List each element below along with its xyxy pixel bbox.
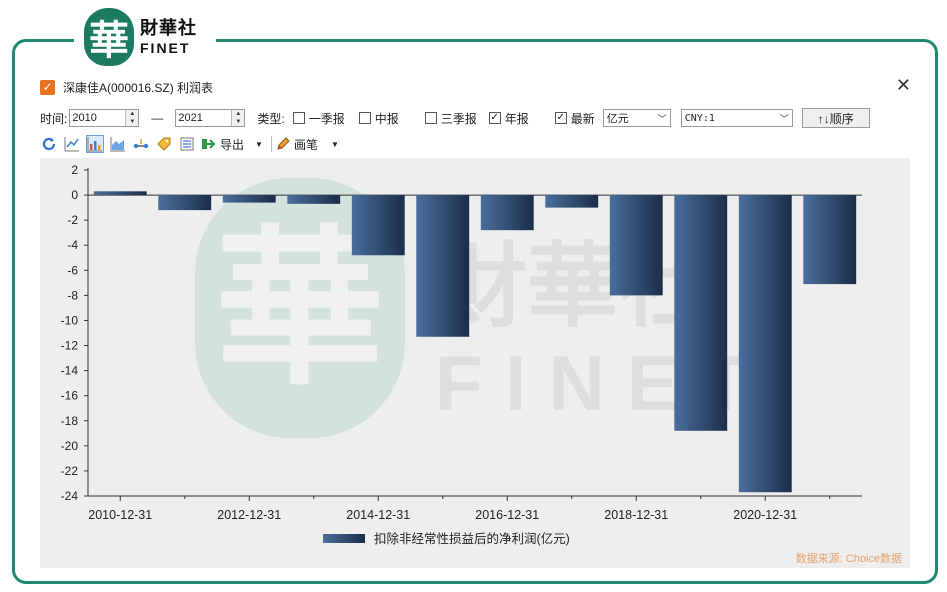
stepper-arrows-icon[interactable]: ▲ ▼ (231, 110, 245, 126)
range-dash: — (151, 111, 164, 125)
y-tick-label: -16 (61, 389, 79, 403)
y-tick-label: -24 (61, 489, 79, 503)
checkbox-mid[interactable]: 中报 (358, 110, 399, 127)
checkbox-mid-label: 中报 (374, 111, 399, 126)
checkbox-box[interactable] (358, 112, 371, 124)
toolbar-divider (270, 136, 272, 152)
bar-chart: 2 0 -2 -4 -6 -8 -10 -12 -14 -16 -18 -20 -22 -24 2010-… (61, 163, 862, 546)
checkbox-q3-label: 三季报 (440, 111, 477, 126)
unit-select[interactable]: 亿元 ﹀ (602, 109, 671, 127)
y-tick-label: -10 (61, 313, 79, 327)
data-source-note: 数据来源: Choice数据 (795, 553, 902, 565)
y-tick-label: -4 (67, 238, 78, 252)
x-tick-label: 2012-12-31 (217, 508, 281, 522)
y-tick-label: -8 (67, 288, 78, 302)
export-dropdown-icon[interactable]: ▼ (255, 140, 263, 149)
y-tick-label: 0 (71, 188, 78, 202)
bar (609, 195, 663, 296)
draw-label: 画笔 (293, 137, 318, 152)
unit-select-value: 亿元 (606, 113, 629, 125)
export-label: 导出 (220, 137, 245, 152)
tag-icon[interactable] (155, 135, 173, 153)
connector-icon[interactable] (132, 135, 150, 153)
bar (416, 195, 470, 337)
brand-name-cn: 財華社 (140, 17, 197, 39)
refresh-icon[interactable] (40, 135, 58, 153)
app-check-icon: ✓ (40, 79, 55, 95)
end-year-stepper[interactable]: 2021 ▲ ▼ (175, 109, 246, 127)
checkbox-box[interactable] (292, 112, 305, 124)
checkbox-annual-label: 年报 (504, 111, 529, 126)
bar (480, 195, 534, 231)
bar-series (93, 191, 857, 493)
brand-name-en: FINET (140, 39, 191, 56)
checkbox-box[interactable] (424, 112, 437, 124)
type-label: 类型: (257, 111, 285, 126)
start-year-stepper[interactable]: 2010 ▲ ▼ (69, 109, 140, 127)
bar (351, 195, 405, 256)
chart-toolbar: 导出 ▼ 画笔 ▼ (40, 133, 915, 155)
y-tick-label: -2 (67, 213, 78, 227)
y-tick-label: 2 (71, 163, 78, 177)
time-label: 时间: (40, 111, 68, 126)
chart-area: 華 財華社 FINET 2 0 -2 -4 -6 -8 -10 -12 -14 -16 -18 -20… (40, 158, 910, 568)
stepper-arrows-icon[interactable]: ▲ ▼ (125, 110, 139, 126)
draw-button[interactable]: 画笔 (275, 135, 318, 153)
close-icon[interactable]: ✕ (896, 76, 911, 96)
x-tick-label: 2010-12-31 (88, 508, 152, 522)
window-title: 深康佳A(000016.SZ) 利润表 (63, 80, 214, 95)
brand-logo: 華 財華社 FINET (74, 6, 216, 68)
chevron-down-icon: ﹀ (657, 114, 667, 124)
checkbox-q3[interactable]: 三季报 (424, 110, 477, 127)
pen-icon (277, 137, 290, 150)
area-chart-icon[interactable] (109, 135, 127, 153)
line-chart-icon[interactable] (63, 135, 81, 153)
list-icon[interactable] (178, 135, 196, 153)
legend: 扣除非经常性损益后的净利润(亿元) (323, 531, 570, 546)
brand-text: 財華社 FINET (140, 17, 197, 56)
start-year-value: 2010 (72, 112, 97, 124)
bar (158, 195, 212, 211)
brand-seal: 華 (84, 8, 134, 66)
y-tick-label: -20 (61, 439, 79, 453)
legend-swatch (323, 534, 365, 543)
bar (287, 195, 341, 204)
end-year-value: 2021 (178, 112, 203, 124)
y-tick-label: -6 (67, 263, 78, 277)
y-tick-label: -22 (61, 464, 79, 478)
x-tick-label: 2014-12-31 (346, 508, 410, 522)
legend-label: 扣除非经常性损益后的净利润(亿元) (374, 531, 570, 546)
filter-bar: 时间: 2010 ▲ ▼ — 2021 ▲ ▼ 类型: 一季报 中报 三季报 ✓ 年报… (40, 107, 915, 129)
checkbox-q1-label: 一季报 (308, 111, 345, 126)
checkmark-icon[interactable]: ✓ (488, 112, 501, 124)
y-tick-label: -14 (61, 364, 79, 378)
y-tick-label: -18 (61, 414, 79, 428)
draw-dropdown-icon[interactable]: ▼ (331, 140, 339, 149)
bar (545, 195, 599, 208)
window-titlebar: ✓ 深康佳A(000016.SZ) 利润表 ✕ (40, 76, 915, 98)
x-tick-label: 2016-12-31 (475, 508, 539, 522)
bar (93, 191, 147, 196)
bar (738, 195, 792, 493)
bar (674, 195, 728, 431)
bar (803, 195, 857, 285)
checkmark-icon[interactable]: ✓ (554, 112, 567, 124)
export-arrow-icon (202, 139, 216, 149)
bar (222, 195, 276, 203)
x-tick-label: 2018-12-31 (604, 508, 668, 522)
x-tick-label: 2020-12-31 (733, 508, 797, 522)
chevron-down-icon: ﹀ (779, 115, 789, 125)
checkbox-latest-label: 最新 (570, 111, 595, 126)
bar-chart-icon[interactable] (86, 135, 104, 153)
y-tick-label: -12 (61, 339, 79, 353)
order-button[interactable]: ↑↓顺序 (801, 108, 870, 128)
currency-select-value: CNY:1 (684, 112, 715, 124)
currency-select[interactable]: CNY:1 ﹀ (680, 109, 793, 127)
checkbox-annual[interactable]: ✓ 年报 (488, 110, 529, 127)
export-button[interactable]: 导出 (201, 135, 244, 153)
checkbox-latest[interactable]: ✓ 最新 (554, 110, 595, 127)
checkbox-q1[interactable]: 一季报 (292, 110, 345, 127)
y-axis: 2 0 -2 -4 -6 -8 -10 -12 -14 -16 -18 -20 -22 -24 (61, 163, 89, 503)
